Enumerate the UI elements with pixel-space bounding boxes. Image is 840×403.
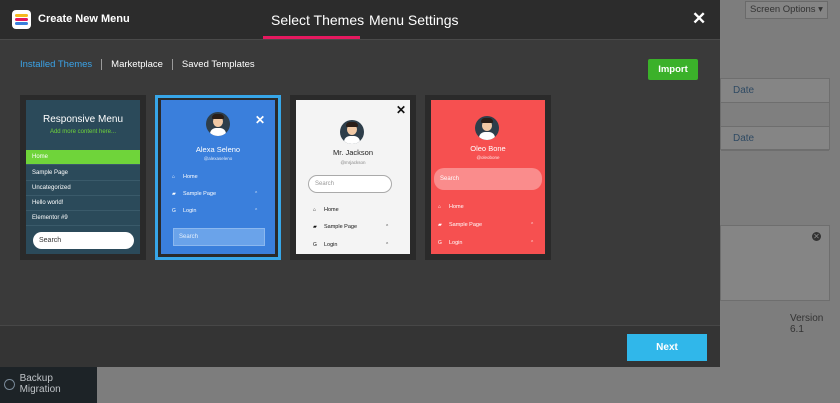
theme-card-alexa-seleno[interactable]: ✕ Alexa Seleno @alexaseleno ⌂ Home ▰ Sampl… <box>155 95 281 260</box>
theme-preview: ✕ Alexa Seleno @alexaseleno ⌂ Home ▰ Sampl… <box>161 100 275 254</box>
preview-search: Search <box>33 232 134 249</box>
home-icon: ⌂ <box>313 207 317 213</box>
theme-card-mr-jackson[interactable]: ✕ Mr. Jackson @mrjackson Search ⌂ Home ▰ S… <box>290 95 416 260</box>
list-item: G Login ⌃ <box>172 208 259 214</box>
home-icon: ⌂ <box>438 204 442 210</box>
profile-handle: @alexaseleno <box>203 156 233 161</box>
close-icon: ✕ <box>255 113 266 127</box>
app-logo-icon <box>12 10 31 29</box>
sidebar-item-label: Backup Migration <box>19 373 61 395</box>
avatar <box>475 116 499 140</box>
list-item: Home <box>26 150 140 165</box>
list-item: G Login ⌃ <box>313 242 390 248</box>
list-item: ⌂ Home <box>313 207 339 213</box>
list-item: Elementor #9 <box>26 211 140 226</box>
profile-name: Alexa Seleno <box>195 145 241 154</box>
create-menu-modal: Create New Menu Select Themes Menu Setti… <box>0 0 720 367</box>
theme-preview: ✕ Mr. Jackson @mrjackson Search ⌂ Home ▰ S… <box>296 100 410 254</box>
google-icon: G <box>438 240 442 246</box>
avatar <box>206 112 230 136</box>
folder-icon: ▰ <box>313 224 317 230</box>
table-row: Date <box>721 127 829 151</box>
list-item: Hello world! <box>26 196 140 211</box>
version-text: Version 6.1 <box>790 313 824 335</box>
screen-options-button[interactable]: Screen Options ▾ <box>745 1 828 19</box>
profile-name: Mr. Jackson <box>332 148 373 157</box>
tab-marketplace[interactable]: Marketplace <box>101 59 172 70</box>
theme-preview: Responsive Menu Add more content here...… <box>26 100 140 254</box>
dismiss-icon[interactable]: ✕ <box>812 232 821 241</box>
import-button[interactable]: Import <box>648 59 698 80</box>
tab-installed-themes[interactable]: Installed Themes <box>20 59 101 70</box>
next-button[interactable]: Next <box>627 334 707 361</box>
close-icon: ✕ <box>396 103 407 117</box>
profile-handle: @oleobone <box>476 155 500 160</box>
google-icon: G <box>313 242 317 248</box>
list-item: Uncategorized <box>26 181 140 196</box>
avatar <box>340 120 364 144</box>
preview-search: Search <box>173 228 265 246</box>
background-notice: ✕ <box>720 225 830 301</box>
list-item: ▰ Sample Page ⌃ <box>438 222 535 228</box>
list-item: ⌂ Home <box>172 174 198 180</box>
chevron-up-icon: ⌃ <box>385 242 390 248</box>
theme-subtitle: Add more content here... <box>49 129 117 135</box>
list-item: ▰ Sample Page ⌃ <box>313 224 390 230</box>
table-row: Date <box>721 79 829 103</box>
theme-card-responsive-menu[interactable]: Responsive Menu Add more content here...… <box>20 95 146 260</box>
chevron-up-icon: ⌃ <box>385 224 390 230</box>
folder-icon: ▰ <box>172 191 176 197</box>
profile-handle: @mrjackson <box>340 160 366 165</box>
theme-preview: Oleo Bone @oleobone Search ⌂ Home ▰ Sample… <box>431 100 545 254</box>
folder-icon: ▰ <box>438 222 442 228</box>
background-table: Date Date <box>720 78 830 151</box>
theme-title: Responsive Menu <box>42 114 124 125</box>
modal-header: Create New Menu Select Themes Menu Setti… <box>0 0 720 40</box>
tab-saved-templates[interactable]: Saved Templates <box>171 59 264 70</box>
chevron-up-icon: ⌃ <box>254 208 259 214</box>
preview-search: Search <box>308 175 392 193</box>
chevron-up-icon: ⌃ <box>530 240 535 246</box>
chevron-up-icon: ⌃ <box>530 222 535 228</box>
preview-search: Search <box>434 168 542 190</box>
backup-icon <box>4 378 15 390</box>
home-icon: ⌂ <box>172 174 176 180</box>
theme-card-oleo-bone[interactable]: Oleo Bone @oleobone Search ⌂ Home ▰ Sample… <box>425 95 551 260</box>
modal-footer <box>0 325 720 367</box>
active-tab-indicator <box>263 36 360 39</box>
google-icon: G <box>172 208 176 214</box>
admin-sidebar: Backup Migration <box>0 367 97 403</box>
chevron-up-icon: ⌃ <box>254 191 259 197</box>
sidebar-item-backup-migration[interactable]: Backup Migration <box>0 367 97 401</box>
table-row <box>721 103 829 127</box>
tab-menu-settings[interactable]: Menu Settings <box>369 12 459 28</box>
list-item: ⌂ Home <box>438 204 464 210</box>
list-item: Sample Page <box>26 166 140 181</box>
list-item: ▰ Sample Page ⌃ <box>172 191 259 197</box>
close-icon[interactable]: ✕ <box>692 10 706 28</box>
theme-source-tabs: Installed Themes Marketplace Saved Templ… <box>20 59 264 70</box>
app-title: Create New Menu <box>38 13 130 25</box>
profile-name: Oleo Bone <box>470 144 506 153</box>
list-item: G Login ⌃ <box>438 240 535 246</box>
tab-select-themes[interactable]: Select Themes <box>271 12 364 28</box>
